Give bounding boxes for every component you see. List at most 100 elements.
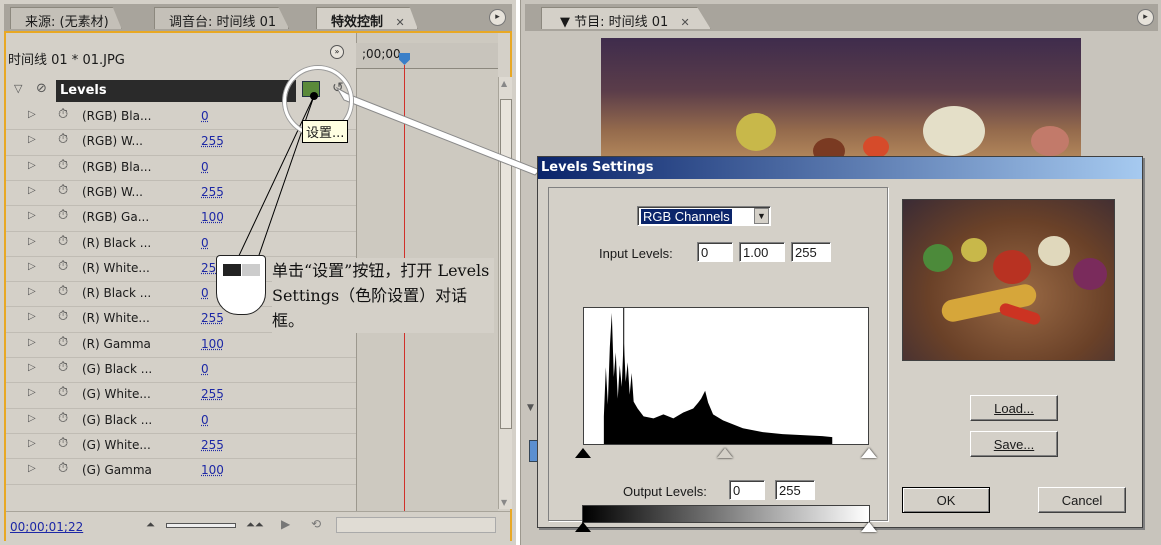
expand-right-icon[interactable]: ▷: [28, 185, 36, 196]
expand-right-icon[interactable]: ▷: [28, 109, 36, 120]
output-black-slider[interactable]: [575, 522, 591, 532]
param-name: (RGB) W...: [82, 134, 143, 149]
param-value[interactable]: 0: [201, 413, 209, 427]
param-value[interactable]: 0: [201, 109, 209, 123]
stopwatch-icon[interactable]: ⏱: [58, 360, 68, 375]
tab-effect-controls[interactable]: 特效控制 ✕: [316, 7, 418, 29]
param-row[interactable]: ▷ ⏱ (G) Black ... 0: [6, 409, 356, 433]
expand-right-icon[interactable]: ▷: [28, 210, 36, 221]
fruit-shape: [863, 136, 889, 156]
callout-text: 单击“设置”按钮，打开 Levels Settings（色阶设置）对话框。: [272, 258, 494, 333]
expand-right-icon[interactable]: ▷: [28, 337, 36, 348]
show-timeline-icon[interactable]: »: [330, 45, 344, 59]
param-value[interactable]: 0: [201, 286, 209, 300]
stopwatch-icon[interactable]: ⏱: [58, 132, 68, 147]
fx-toggle-icon[interactable]: ⊘: [36, 81, 47, 96]
expand-right-icon[interactable]: ▷: [28, 160, 36, 171]
expand-right-icon[interactable]: ▷: [28, 362, 36, 373]
scroll-up-icon[interactable]: ▲: [501, 79, 507, 88]
expand-right-icon[interactable]: ▷: [28, 311, 36, 322]
input-black-field[interactable]: 0: [697, 242, 733, 262]
stopwatch-icon[interactable]: ⏱: [58, 461, 68, 476]
stopwatch-icon[interactable]: ⏱: [58, 385, 68, 400]
output-black-field[interactable]: 0: [729, 480, 765, 500]
close-icon[interactable]: ✕: [680, 16, 689, 29]
param-value[interactable]: 255: [201, 185, 224, 199]
input-gamma-field[interactable]: 1.00: [739, 242, 785, 262]
stopwatch-icon[interactable]: ⏱: [58, 436, 68, 451]
zoom-in-icon[interactable]: ⏶⏶: [246, 518, 264, 532]
param-value[interactable]: 255: [201, 311, 224, 325]
save-button[interactable]: Save...: [970, 431, 1058, 457]
param-row[interactable]: ▷ ⏱ (R) Gamma 100: [6, 333, 356, 357]
stopwatch-icon[interactable]: ⏱: [58, 309, 68, 324]
tab-program[interactable]: ▼ 节目: 时间线 01 ✕: [541, 7, 711, 29]
param-row[interactable]: ▷ ⏱ (RGB) Bla... 0: [6, 156, 356, 180]
param-row[interactable]: ▷ ⏱ (RGB) Ga... 100: [6, 206, 356, 230]
input-white-field[interactable]: 255: [791, 242, 831, 262]
param-value[interactable]: 0: [201, 160, 209, 174]
output-white-slider[interactable]: [861, 522, 877, 532]
chevron-down-icon[interactable]: ▼: [527, 403, 534, 413]
horizontal-scrollbar[interactable]: [336, 517, 496, 533]
param-row[interactable]: ▷ ⏱ (R) Black ... 0: [6, 232, 356, 256]
stopwatch-icon[interactable]: ⏱: [58, 259, 68, 274]
param-row[interactable]: ▷ ⏱ (G) Black ... 0: [6, 358, 356, 382]
param-value[interactable]: 0: [201, 362, 209, 376]
stopwatch-icon[interactable]: ⏱: [58, 158, 68, 173]
stopwatch-icon[interactable]: ⏱: [58, 284, 68, 299]
param-value[interactable]: 100: [201, 210, 224, 224]
input-black-slider[interactable]: [575, 448, 591, 458]
timecode-display[interactable]: 00;00;01;22: [10, 520, 83, 534]
zoom-out-icon[interactable]: ⏶: [146, 518, 155, 532]
expand-right-icon[interactable]: ▷: [28, 134, 36, 145]
scroll-thumb[interactable]: [500, 99, 512, 429]
expand-right-icon[interactable]: ▷: [28, 438, 36, 449]
clip-name: 时间线 01 * 01.JPG: [8, 53, 125, 68]
load-button[interactable]: Load...: [970, 395, 1058, 421]
close-icon[interactable]: ✕: [396, 16, 405, 29]
param-row[interactable]: ▷ ⏱ (G) Gamma 100: [6, 459, 356, 483]
output-white-field[interactable]: 255: [775, 480, 815, 500]
param-value[interactable]: 0: [201, 236, 209, 250]
param-name: (G) Gamma: [82, 463, 152, 478]
vertical-scrollbar[interactable]: ▲ ▼: [498, 77, 512, 509]
scroll-down-icon[interactable]: ▼: [501, 498, 507, 507]
param-value[interactable]: 100: [201, 337, 224, 351]
channel-select[interactable]: RGB Channels ▼: [637, 206, 771, 226]
expand-down-icon[interactable]: ▽: [14, 82, 22, 95]
panel-menu-icon[interactable]: ▸: [489, 9, 506, 26]
tooltip: 设置...: [302, 120, 349, 143]
param-row[interactable]: ▷ ⏱ (G) White... 255: [6, 434, 356, 458]
expand-right-icon[interactable]: ▷: [28, 413, 36, 424]
param-value[interactable]: 100: [201, 463, 224, 477]
input-gamma-slider[interactable]: [717, 448, 733, 458]
stopwatch-icon[interactable]: ⏱: [58, 234, 68, 249]
expand-right-icon[interactable]: ▷: [28, 387, 36, 398]
tab-audio-mixer[interactable]: 调音台: 时间线 01: [154, 7, 290, 29]
expand-right-icon[interactable]: ▷: [28, 463, 36, 474]
expand-right-icon[interactable]: ▷: [28, 261, 36, 272]
stopwatch-icon[interactable]: ⏱: [58, 411, 68, 426]
zoom-slider[interactable]: [166, 523, 236, 528]
expand-right-icon[interactable]: ▷: [28, 286, 36, 297]
param-value[interactable]: 255: [201, 438, 224, 452]
stopwatch-icon[interactable]: ⏱: [58, 208, 68, 223]
stopwatch-icon[interactable]: ⏱: [58, 107, 68, 122]
time-ruler[interactable]: ;00;00: [356, 43, 498, 69]
expand-right-icon[interactable]: ▷: [28, 236, 36, 247]
play-audio-icon[interactable]: ▶: [281, 517, 290, 531]
param-row[interactable]: ▷ ⏱ (RGB) W... 255: [6, 181, 356, 205]
ok-button[interactable]: OK: [902, 487, 990, 513]
param-value[interactable]: 255: [201, 134, 224, 148]
tab-source[interactable]: 来源: (无素材): [10, 7, 122, 29]
input-white-slider[interactable]: [861, 448, 877, 458]
loop-icon[interactable]: ⟲: [311, 517, 321, 531]
chevron-down-icon[interactable]: ▼: [754, 208, 769, 224]
param-row[interactable]: ▷ ⏱ (G) White... 255: [6, 383, 356, 407]
param-value[interactable]: 255: [201, 387, 224, 401]
stopwatch-icon[interactable]: ⏱: [58, 335, 68, 350]
stopwatch-icon[interactable]: ⏱: [58, 183, 68, 198]
cancel-button[interactable]: Cancel: [1038, 487, 1126, 513]
panel-menu-icon[interactable]: ▸: [1137, 9, 1154, 26]
